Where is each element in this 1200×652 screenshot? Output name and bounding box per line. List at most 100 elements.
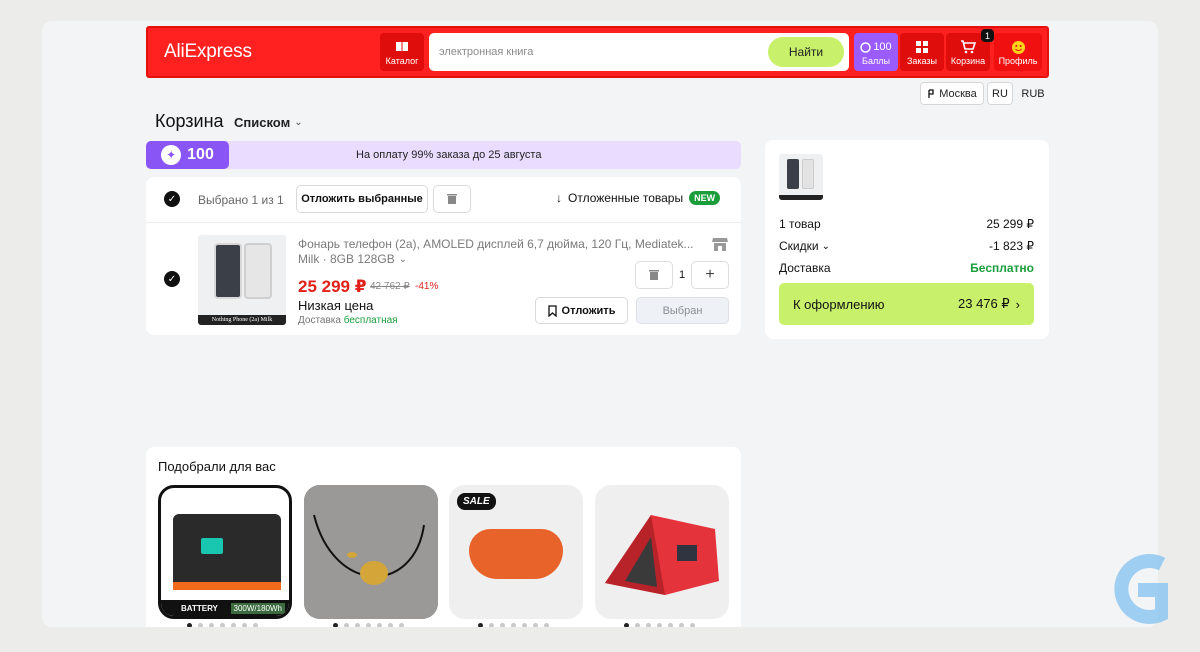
summary-items-row: 1 товар 25 299 ₽ (779, 217, 1034, 231)
language-selector[interactable]: RU (987, 82, 1013, 105)
points-button[interactable]: 100 Баллы (854, 33, 898, 71)
product-image[interactable]: Nothing Phone (2a) Milk (198, 235, 286, 325)
summary-discounts-label: Скидки (779, 239, 819, 253)
summary-product-thumbnail[interactable] (779, 154, 823, 200)
increase-quantity-button[interactable]: + (691, 261, 729, 289)
item-checkbox[interactable]: ✓ (164, 271, 180, 287)
low-price-label: Низкая цена (298, 298, 374, 313)
recommendations-title: Подобрали для вас (158, 459, 276, 474)
recommendation-card[interactable]: SALE (449, 485, 583, 619)
catalog-button[interactable]: Каталог (380, 33, 424, 71)
checkout-label: К оформлению (793, 296, 885, 312)
product-price: 25 299 ₽ (298, 277, 367, 296)
sleep-mask-shape (469, 529, 563, 579)
checkout-total: 23 476 ₽ (958, 296, 1010, 311)
aliexpress-logo[interactable]: AliExpress (164, 41, 252, 63)
smiley-icon (1011, 39, 1026, 56)
order-summary-card: 1 товар 25 299 ₽ Скидки ⌄ -1 823 ₽ Доста… (765, 140, 1049, 339)
cart-count-badge: 1 (981, 29, 994, 42)
carousel-dots (478, 623, 549, 627)
location-pin-icon (928, 88, 934, 98)
carousel-dots (333, 623, 404, 627)
recommendation-card[interactable] (595, 485, 729, 619)
postponed-items-link[interactable]: ↓ Отложенные товары NEW (556, 191, 721, 205)
summary-discounts-toggle[interactable]: Скидки ⌄ (779, 239, 830, 253)
summary-delivery-row: Доставка Бесплатно (779, 261, 1034, 275)
box-icon (915, 39, 929, 56)
postpone-item-button[interactable]: Отложить (535, 297, 628, 324)
sale-badge: SALE (457, 493, 496, 510)
selected-toggle-button[interactable]: Выбран (636, 297, 729, 324)
search-box: Найти (429, 33, 849, 71)
cart-icon (960, 39, 976, 56)
select-all-checkbox[interactable]: ✓ (164, 191, 180, 207)
bookmark-icon (547, 304, 557, 317)
promo-points-value: 100 (187, 146, 214, 163)
cart-button[interactable]: Корзина 1 (946, 29, 994, 71)
city-label: Москва (939, 87, 977, 100)
delivery-label: Доставка (298, 315, 341, 326)
battery-caption: BATTERY (181, 603, 218, 613)
product-old-price: 42 762 ₽ (370, 281, 410, 292)
search-button[interactable]: Найти (768, 37, 844, 67)
promo-points-badge: ✦ 100 (146, 141, 229, 169)
battery-power: 300W/180Wh (230, 602, 285, 614)
view-mode-dropdown[interactable]: Списком ⌄ (234, 115, 303, 130)
summary-discounts-row[interactable]: Скидки ⌄ -1 823 ₽ (779, 239, 1034, 253)
profile-button[interactable]: Профиль (994, 33, 1042, 71)
points-label: Баллы (862, 55, 890, 66)
summary-discounts-value: -1 823 ₽ (989, 239, 1034, 253)
phone-back-shape (244, 243, 272, 299)
necklace-image (304, 485, 438, 619)
product-variant: Milk · 8GB 128GB (298, 252, 395, 266)
thumbnail-caption-bar (779, 195, 823, 200)
battery-caption-bar: BATTERY 300W/180Wh (161, 600, 289, 616)
cart-label: Корзина (950, 55, 986, 66)
book-icon (395, 39, 409, 56)
catalog-label: Каталог (385, 55, 419, 66)
cart-title: Корзина (155, 111, 224, 131)
trash-icon (447, 194, 457, 204)
card-divider (146, 222, 741, 223)
checkout-total-row: 23 476 ₽ › (958, 296, 1020, 312)
sparkle-icon: ✦ (161, 145, 182, 165)
postponed-items-label: Отложенные товары (568, 191, 684, 205)
coin-icon (860, 41, 872, 53)
currency-selector[interactable]: RUB (1018, 82, 1048, 105)
carousel-dots (624, 623, 695, 627)
power-station-shape (173, 514, 281, 590)
power-station-stripe (173, 582, 281, 590)
remove-item-button[interactable] (635, 261, 673, 289)
currency-label: RUB (1021, 87, 1045, 100)
chevron-down-icon: ⌄ (294, 117, 303, 128)
power-station-display (201, 538, 223, 554)
language-label: RU (992, 87, 1008, 100)
trash-icon (649, 270, 659, 280)
points-promo-banner: ✦ 100 На оплату 99% заказа до 25 августа (146, 141, 741, 169)
summary-delivery-value: Бесплатно (970, 261, 1034, 275)
watermark-g-logo (1114, 554, 1168, 624)
delivery-free: бесплатная (343, 315, 398, 326)
store-icon[interactable] (712, 237, 728, 257)
orders-label: Заказы (906, 55, 938, 66)
search-input[interactable] (439, 43, 759, 61)
product-image-caption: Nothing Phone (2a) Milk (198, 315, 286, 325)
checkout-button[interactable]: К оформлению 23 476 ₽ › (779, 283, 1034, 325)
recommendation-card[interactable] (304, 485, 438, 619)
selected-count: Выбрано 1 из 1 (198, 193, 284, 207)
product-title-text: Фонарь телефон (2а), AMOLED дисплей 6,7 … (298, 237, 694, 251)
plus-icon: + (705, 266, 715, 283)
arrow-down-icon: ↓ (556, 191, 562, 205)
recommendation-card[interactable]: BATTERY 300W/180Wh (158, 485, 292, 619)
city-selector[interactable]: Москва (920, 82, 984, 105)
points-value-row: 100 (860, 39, 892, 56)
quantity-value[interactable]: 1 (679, 269, 685, 281)
promo-text: На оплату 99% заказа до 25 августа (356, 149, 542, 161)
summary-items-label: 1 товар (779, 217, 821, 231)
postpone-selected-button[interactable]: Отложить выбранные (296, 185, 428, 213)
delivery-info: Доставка бесплатная (298, 315, 398, 326)
summary-delivery-label: Доставка (779, 261, 831, 275)
chevron-down-icon: ⌄ (398, 254, 408, 265)
orders-button[interactable]: Заказы (900, 33, 944, 71)
delete-selected-button[interactable] (433, 185, 471, 213)
